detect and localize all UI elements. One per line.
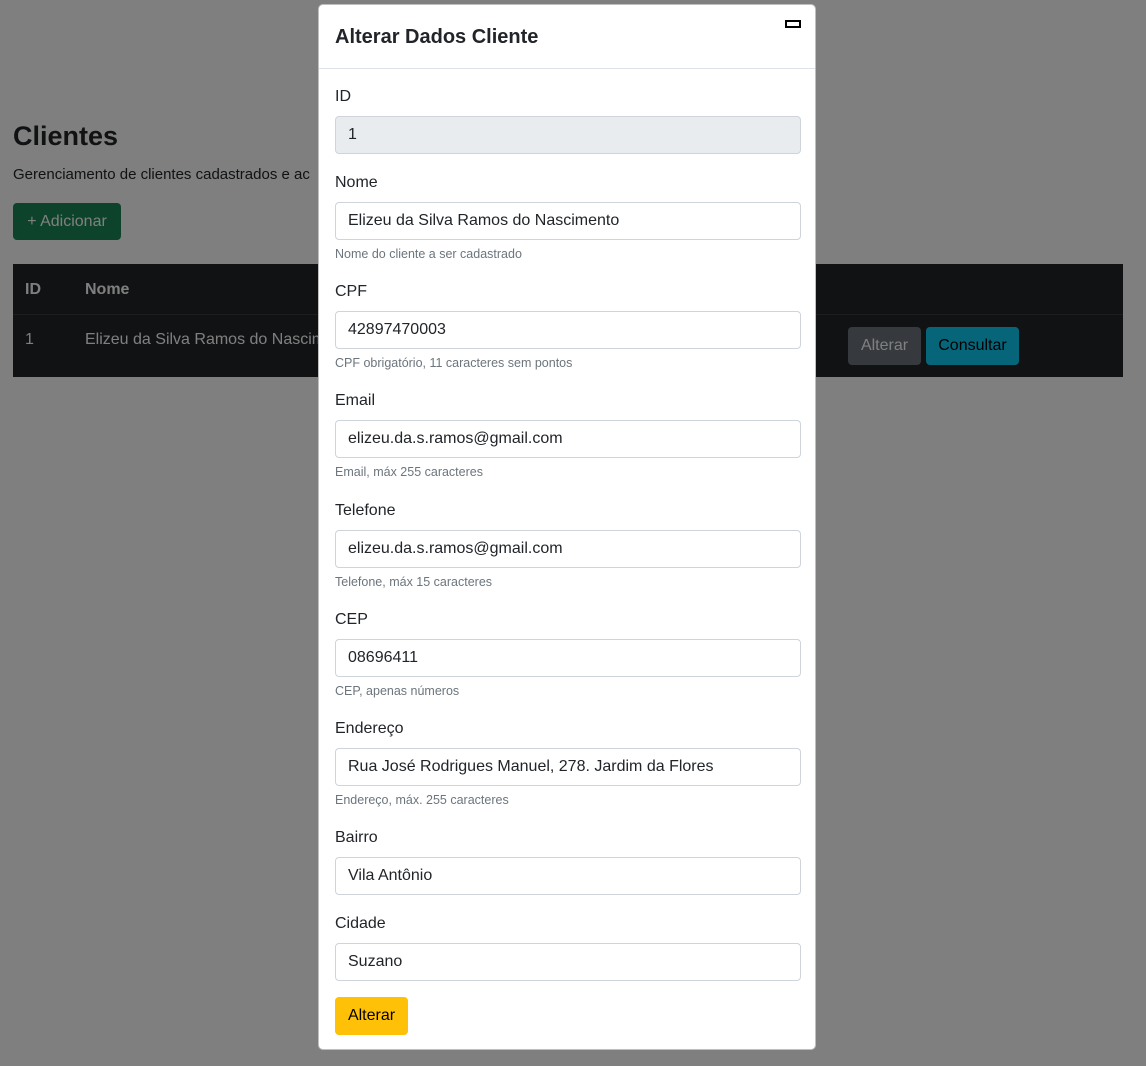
telefone-field[interactable] (335, 530, 801, 568)
cpf-field[interactable] (335, 311, 801, 349)
cep-help: CEP, apenas números (335, 684, 460, 698)
telefone-label: Telefone (335, 502, 396, 519)
bairro-label: Bairro (335, 829, 378, 846)
endereco-label: Endereço (335, 720, 404, 737)
id-label: ID (335, 88, 351, 105)
telefone-help: Telefone, máx 15 caracteres (335, 575, 493, 589)
endereco-help: Endereço, máx. 255 caracteres (335, 793, 509, 807)
email-help: Email, máx 255 caracteres (335, 465, 483, 479)
email-field[interactable] (335, 420, 801, 458)
modal-title: Alterar Dados Cliente (335, 26, 539, 48)
minimize-icon[interactable] (785, 20, 801, 28)
cidade-label: Cidade (335, 915, 386, 932)
edit-client-modal: Alterar Dados Cliente ID Nome Nome do cl… (318, 4, 816, 1050)
cidade-field[interactable] (335, 943, 801, 981)
cep-label: CEP (335, 611, 368, 628)
modal-header: Alterar Dados Cliente (319, 5, 815, 69)
bairro-field[interactable] (335, 857, 801, 895)
id-field[interactable] (335, 116, 801, 154)
cep-field[interactable] (335, 639, 801, 677)
submit-alterar-button[interactable]: Alterar (335, 997, 408, 1035)
cpf-help: CPF obrigatório, 11 caracteres sem ponto… (335, 356, 573, 370)
cpf-label: CPF (335, 283, 367, 300)
endereco-field[interactable] (335, 748, 801, 786)
nome-label: Nome (335, 174, 378, 191)
nome-help: Nome do cliente a ser cadastrado (335, 247, 522, 261)
nome-field[interactable] (335, 202, 801, 240)
email-label: Email (335, 392, 376, 409)
